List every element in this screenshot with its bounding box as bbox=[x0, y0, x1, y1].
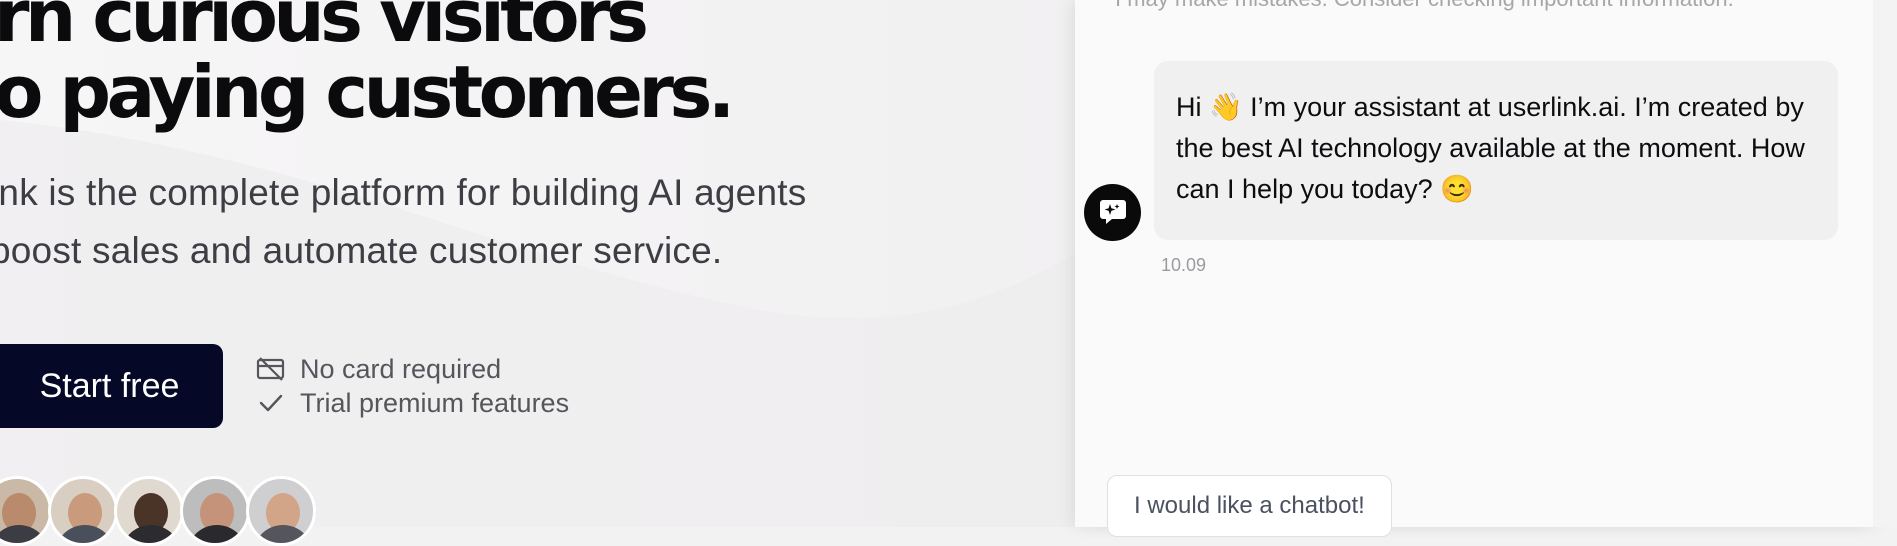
perk-no-card: No card required bbox=[256, 352, 569, 386]
avatar bbox=[48, 476, 118, 546]
avatar bbox=[180, 476, 250, 546]
hero-title-line-1: rn curious visitors bbox=[0, 0, 649, 58]
customer-avatars bbox=[0, 476, 316, 546]
hero-subtitle: ink is the complete platform for buildin… bbox=[0, 164, 920, 280]
message-timestamp: 10.09 bbox=[1161, 255, 1207, 275]
chat-sparkle-icon bbox=[1097, 195, 1129, 231]
hero-title: rn curious visitors o paying customers. bbox=[0, 0, 735, 134]
check-icon bbox=[256, 388, 286, 418]
avatar bbox=[0, 476, 52, 546]
page-edge bbox=[1873, 0, 1897, 527]
perk-no-card-label: No card required bbox=[300, 353, 502, 384]
perk-trial: Trial premium features bbox=[256, 386, 569, 420]
hero-subtitle-line-1: ink is the complete platform for buildin… bbox=[0, 172, 807, 213]
avatar bbox=[114, 476, 184, 546]
hero-title-line-2: o paying customers. bbox=[0, 50, 735, 134]
perk-trial-label: Trial premium features bbox=[300, 387, 570, 418]
no-card-icon bbox=[256, 354, 286, 384]
start-free-button[interactable]: Start free bbox=[0, 344, 223, 428]
bot-message-bubble: Hi 👋 I’m your assistant at userlink.ai. … bbox=[1154, 61, 1838, 240]
bot-avatar bbox=[1084, 184, 1141, 241]
perks-list: No card required Trial premium features bbox=[256, 352, 569, 420]
avatar bbox=[246, 476, 316, 546]
hero-subtitle-line-2: boost sales and automate customer servic… bbox=[0, 230, 723, 271]
chat-panel: I may make mistakes. Consider checking i… bbox=[1075, 0, 1873, 537]
suggestion-chip[interactable]: I would like a chatbot! bbox=[1107, 475, 1392, 537]
ai-disclaimer: I may make mistakes. Consider checking i… bbox=[1115, 0, 1734, 12]
